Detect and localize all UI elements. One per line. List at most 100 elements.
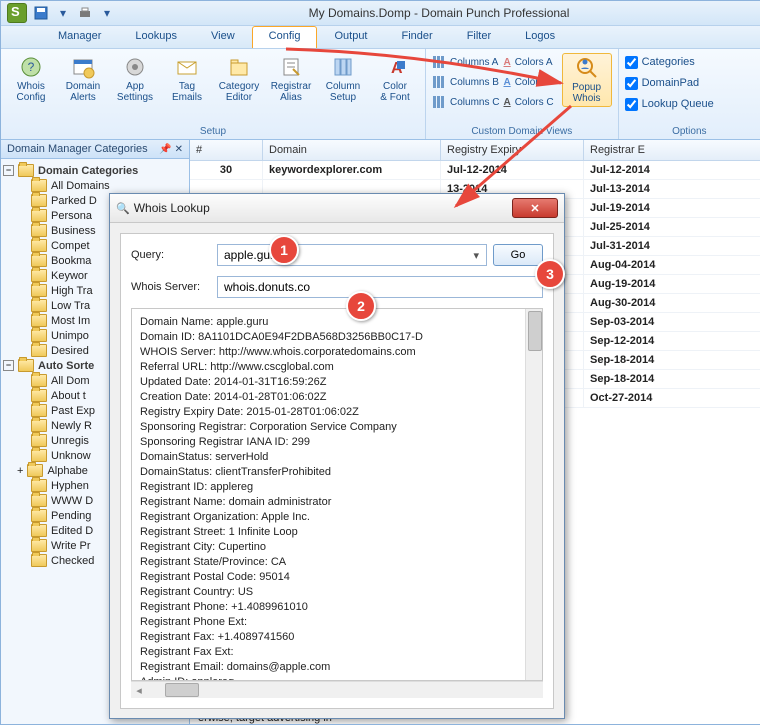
folder-icon xyxy=(31,209,47,222)
dialog-title: Whois Lookup xyxy=(130,201,512,215)
panel-title: Domain Manager Categories xyxy=(7,143,148,155)
whois-dialog: 🔍 Whois Lookup ✕ Query: ▾ Go Whois Serve… xyxy=(109,193,565,719)
server-input[interactable] xyxy=(217,276,543,298)
marker-2: 2 xyxy=(346,291,376,321)
col-domain[interactable]: Domain xyxy=(263,140,441,160)
folder-icon xyxy=(31,239,47,252)
folder-icon xyxy=(31,419,47,432)
table-row[interactable]: 30keywordexplorer.comJul-12-2014Jul-12-2… xyxy=(190,161,760,180)
folder-icon xyxy=(31,179,47,192)
server-label: Whois Server: xyxy=(131,281,211,293)
quick-access-toolbar: ▾ ▾ xyxy=(33,5,115,21)
column-setup-icon xyxy=(331,55,355,79)
folder-icon xyxy=(31,449,47,462)
tree-item[interactable]: All Domains xyxy=(3,178,187,193)
folder-icon xyxy=(31,509,47,522)
column-setup-button[interactable]: ColumnSetup xyxy=(319,53,367,105)
menu-filter[interactable]: Filter xyxy=(450,26,508,48)
columns-b-button[interactable]: Columns B xyxy=(432,73,499,91)
folder-icon xyxy=(31,479,47,492)
menu-config[interactable]: Config xyxy=(252,26,318,48)
marker-1: 1 xyxy=(269,235,299,265)
domain-alerts-icon xyxy=(71,55,95,79)
folder-icon xyxy=(31,194,47,207)
menu-manager[interactable]: Manager xyxy=(41,26,118,48)
columns-c-button[interactable]: Columns C xyxy=(432,93,499,111)
menu-logos[interactable]: Logos xyxy=(508,26,572,48)
tag-emails-icon xyxy=(175,55,199,79)
popup-whois-l2: Whois xyxy=(573,93,601,104)
tree-cat-domain[interactable]: −Domain Categories xyxy=(3,163,187,178)
registrar-alias-button[interactable]: RegistrarAlias xyxy=(267,53,315,105)
folder-icon xyxy=(31,329,47,342)
menubar: Manager Lookups View Config Output Finde… xyxy=(1,26,760,49)
menu-finder[interactable]: Finder xyxy=(385,26,450,48)
folder-icon xyxy=(31,254,47,267)
folder-icon xyxy=(27,464,43,477)
print-icon[interactable] xyxy=(77,5,93,21)
folder-icon xyxy=(31,494,47,507)
colors-c-button[interactable]: AColors C xyxy=(503,93,553,111)
menu-lookups[interactable]: Lookups xyxy=(118,26,194,48)
col-registrar-expiry[interactable]: Registrar E xyxy=(584,140,760,160)
folder-icon xyxy=(31,299,47,312)
colors-a-button[interactable]: AColors A xyxy=(503,53,553,71)
window-title: My Domains.Domp - Domain Punch Professio… xyxy=(123,6,755,20)
ribbon-group-setup: Setup xyxy=(7,124,419,137)
color-swatch-icon: A xyxy=(503,97,510,108)
colors-b-button[interactable]: AColors B xyxy=(503,73,553,91)
folder-icon xyxy=(31,554,47,567)
query-dropdown-icon[interactable]: ▾ xyxy=(473,249,479,262)
domain-alerts-button[interactable]: DomainAlerts xyxy=(59,53,107,105)
titlebar: ▾ ▾ My Domains.Domp - Domain Punch Profe… xyxy=(1,1,760,26)
popup-whois-l1: Popup xyxy=(572,82,601,93)
columns-a-button[interactable]: Columns A xyxy=(432,53,499,71)
tag-emails-button[interactable]: TagEmails xyxy=(163,53,211,105)
option-lookup-queue[interactable]: Lookup Queue xyxy=(625,95,714,113)
go-button[interactable]: Go xyxy=(493,244,543,266)
app-logo-icon xyxy=(7,3,27,23)
ribbon: ?WhoisConfigDomainAlertsAppSettingsTagEm… xyxy=(1,49,760,140)
folder-icon xyxy=(31,284,47,297)
dialog-app-icon: 🔍 xyxy=(116,202,130,215)
col-registry-expiry[interactable]: Registry Expiry xyxy=(441,140,584,160)
folder-icon xyxy=(31,374,47,387)
menu-view[interactable]: View xyxy=(194,26,252,48)
dialog-close-button[interactable]: ✕ xyxy=(512,198,558,218)
folder-icon xyxy=(31,389,47,402)
folder-icon xyxy=(31,269,47,282)
color-swatch-icon: A xyxy=(503,57,510,68)
folder-icon xyxy=(18,359,34,372)
columns-icon xyxy=(432,95,446,109)
popup-whois-button[interactable]: PopupWhois xyxy=(562,53,612,107)
option-categories[interactable]: Categories xyxy=(625,53,714,71)
query-label: Query: xyxy=(131,249,211,261)
popup-whois-icon xyxy=(575,56,599,80)
app-settings-button[interactable]: AppSettings xyxy=(111,53,159,105)
color-swatch-icon: A xyxy=(503,77,510,88)
qat-more-icon[interactable]: ▾ xyxy=(99,5,115,21)
menu-output[interactable]: Output xyxy=(317,26,384,48)
col-number[interactable]: # xyxy=(190,140,263,160)
ribbon-group-options: Options xyxy=(625,124,754,137)
save-dropdown-icon[interactable]: ▾ xyxy=(55,5,71,21)
folder-icon xyxy=(31,434,47,447)
whois-config-icon: ? xyxy=(19,55,43,79)
whois-config-button[interactable]: ?WhoisConfig xyxy=(7,53,55,105)
whois-result[interactable]: Domain Name: apple.guru Domain ID: 8A110… xyxy=(131,308,543,681)
option-domainpad[interactable]: DomainPad xyxy=(625,74,714,92)
save-icon[interactable] xyxy=(33,5,49,21)
panel-pin-icon[interactable]: 📌 ✕ xyxy=(159,144,183,155)
vscrollbar[interactable] xyxy=(525,309,542,680)
ribbon-group-custom: Custom Domain Views xyxy=(432,124,612,137)
folder-icon xyxy=(31,539,47,552)
query-input[interactable] xyxy=(217,244,487,266)
marker-3: 3 xyxy=(535,259,565,289)
columns-icon xyxy=(432,55,446,69)
color-font-button[interactable]: AColor& Font xyxy=(371,53,419,105)
category-editor-icon xyxy=(227,55,251,79)
folder-icon xyxy=(31,524,47,537)
hscrollbar[interactable]: ◂ xyxy=(131,681,543,698)
category-editor-button[interactable]: CategoryEditor xyxy=(215,53,263,105)
registrar-alias-icon xyxy=(279,55,303,79)
